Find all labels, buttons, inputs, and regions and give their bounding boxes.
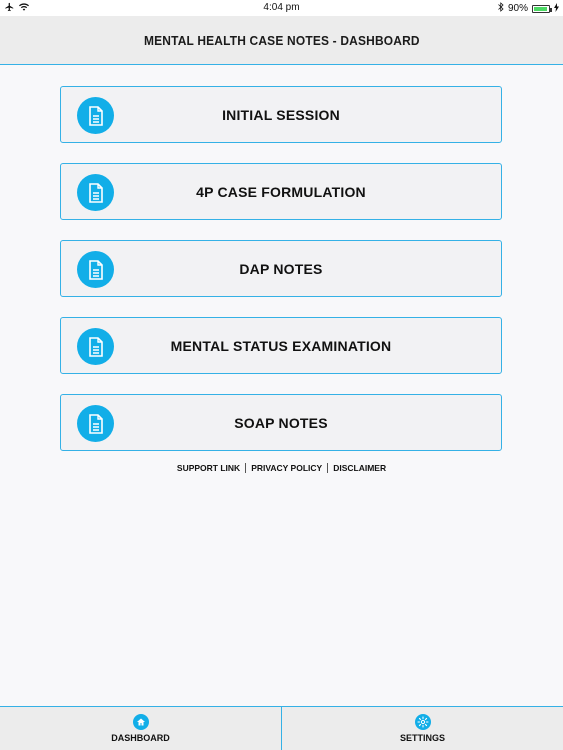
menu-item-label: DAP NOTES [239, 260, 323, 277]
tab-settings[interactable]: SETTINGS [281, 707, 563, 750]
menu-item-4p-case-formulation[interactable]: 4P CASE FORMULATION [60, 163, 502, 220]
menu-item-label: INITIAL SESSION [222, 106, 340, 123]
battery-percent: 90% [507, 3, 528, 14]
document-icon [77, 328, 114, 365]
home-icon [132, 714, 149, 730]
tab-dashboard[interactable]: DASHBOARD [0, 707, 281, 750]
menu-item-label: MENTAL STATUS EXAMINATION [170, 337, 392, 354]
dashboard-menu: INITIAL SESSION 4P CASE FORMULATION DAP … [60, 86, 503, 471]
page-title: MENTAL HEALTH CASE NOTES - DASHBOARD [143, 32, 420, 48]
document-icon [77, 251, 114, 288]
document-icon [77, 405, 114, 442]
menu-item-mental-status-examination[interactable]: MENTAL STATUS EXAMINATION [60, 317, 502, 374]
header: MENTAL HEALTH CASE NOTES - DASHBOARD [0, 16, 563, 65]
menu-item-dap-notes[interactable]: DAP NOTES [60, 240, 502, 297]
support-link[interactable]: SUPPORT LINK [177, 463, 240, 473]
document-icon [77, 97, 114, 134]
gear-icon [414, 714, 431, 730]
menu-item-label: 4P CASE FORMULATION [196, 183, 366, 200]
dashboard-screen: 4:04 pm 90% MENTAL HEALTH CASE NOTES - D… [0, 0, 563, 750]
footer-links: SUPPORT LINK PRIVACY POLICY DISCLAIMER [0, 463, 563, 473]
link-divider [327, 463, 329, 473]
menu-item-soap-notes[interactable]: SOAP NOTES [60, 394, 502, 451]
tab-label: SETTINGS [399, 733, 445, 743]
status-bar: 4:04 pm 90% [0, 0, 563, 16]
menu-item-label: SOAP NOTES [234, 414, 328, 431]
charging-icon [554, 2, 559, 15]
tab-bar: DASHBOARD SETTINGS [0, 706, 563, 750]
status-right: 90% [498, 2, 559, 15]
disclaimer-link[interactable]: DISCLAIMER [333, 463, 386, 473]
bluetooth-icon [498, 2, 504, 15]
battery-tip [550, 7, 552, 12]
menu-item-initial-session[interactable]: INITIAL SESSION [60, 86, 502, 143]
battery-fill [534, 6, 547, 11]
status-time: 4:04 pm [263, 2, 300, 13]
document-icon [77, 174, 114, 211]
tab-label: DASHBOARD [111, 733, 170, 743]
battery-icon [532, 4, 552, 13]
privacy-policy-link[interactable]: PRIVACY POLICY [251, 463, 322, 473]
link-divider [245, 463, 247, 473]
